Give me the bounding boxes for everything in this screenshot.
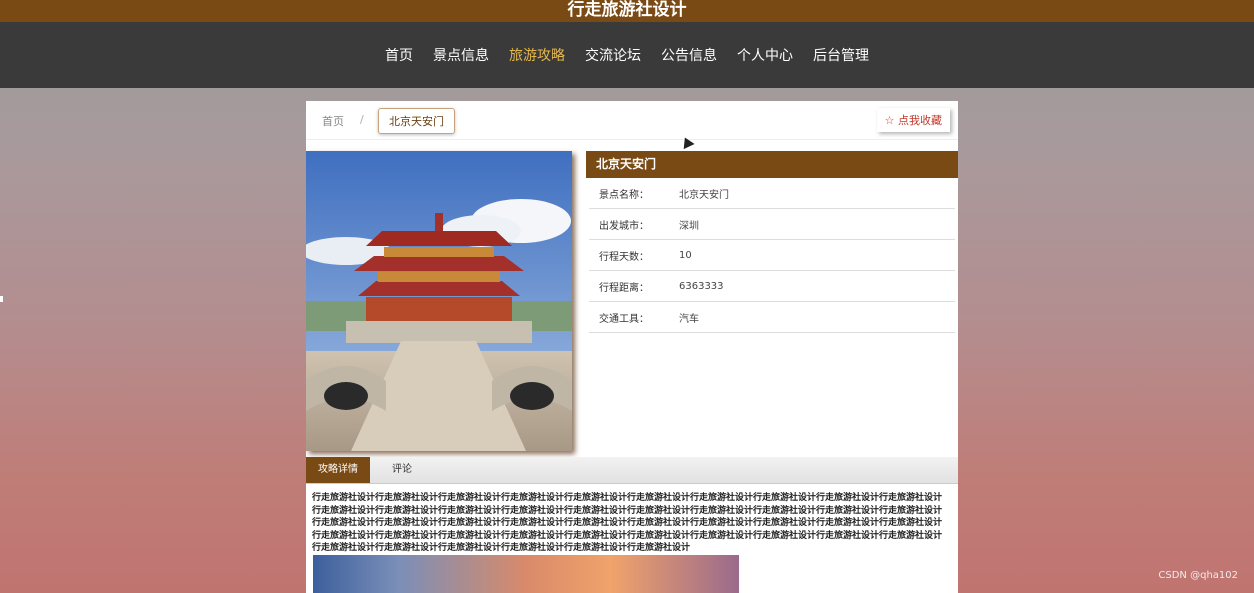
nav-item-announcements[interactable]: 公告信息: [661, 45, 717, 65]
nav-item-forum[interactable]: 交流论坛: [585, 45, 641, 65]
guide-detail-image: [313, 555, 739, 593]
site-title: 行走旅游社设计: [567, 0, 687, 20]
info-value: 深圳: [679, 220, 699, 232]
left-edge-marker: [0, 296, 3, 302]
csdn-watermark: CSDN @qha102: [1158, 570, 1238, 581]
site-title-bar: 行走旅游社设计: [0, 0, 1254, 22]
nav-item-admin[interactable]: 后台管理: [813, 45, 869, 65]
guide-detail-card: 首页 / 北京天安门 ☆ 点我收藏 北京天安门 景点名称： 北京天安门 出发城市…: [306, 101, 958, 593]
nav-item-home[interactable]: 首页: [385, 45, 413, 65]
tab-guide-details[interactable]: 攻略详情: [306, 457, 370, 483]
breadcrumb-current: 北京天安门: [378, 108, 455, 134]
info-row-transport: 交通工具： 汽车: [589, 302, 955, 333]
info-value: 10: [679, 249, 692, 261]
main-nav: 首页 景点信息 旅游攻略 交流论坛 公告信息 个人中心 后台管理: [0, 22, 1254, 88]
tab-comments[interactable]: 评论: [380, 457, 424, 483]
info-label: 交通工具：: [599, 313, 649, 325]
info-row-distance: 行程距离： 6363333: [589, 271, 955, 302]
temple-image: [306, 151, 572, 451]
info-label: 行程天数：: [599, 251, 649, 263]
breadcrumb: 首页 / 北京天安门 ☆ 点我收藏: [306, 101, 958, 140]
breadcrumb-separator: /: [360, 113, 364, 126]
info-row-days: 行程天数： 10: [589, 240, 955, 271]
info-row-name: 景点名称： 北京天安门: [589, 178, 955, 209]
info-value: 汽车: [679, 313, 699, 325]
info-label: 景点名称：: [599, 189, 649, 201]
favorite-button[interactable]: ☆ 点我收藏: [876, 108, 950, 132]
attraction-info-panel: 北京天安门 景点名称： 北京天安门 出发城市： 深圳 行程天数： 10 行程距离…: [586, 151, 958, 333]
info-value: 北京天安门: [679, 189, 729, 201]
info-title: 北京天安门: [586, 151, 958, 178]
attraction-photo: [306, 151, 572, 451]
breadcrumb-home[interactable]: 首页: [322, 113, 344, 129]
nav-item-profile[interactable]: 个人中心: [737, 45, 793, 65]
nav-item-travel-guides[interactable]: 旅游攻略: [509, 45, 565, 65]
guide-detail-text: 行走旅游社设计行走旅游社设计行走旅游社设计行走旅游社设计行走旅游社设计行走旅游社…: [312, 493, 943, 554]
info-label: 行程距离：: [599, 282, 649, 294]
info-label: 出发城市：: [599, 220, 649, 232]
info-value: 6363333: [679, 280, 724, 292]
detail-tabs: 攻略详情 评论: [306, 457, 958, 484]
nav-item-attractions[interactable]: 景点信息: [433, 45, 489, 65]
info-row-departure-city: 出发城市： 深圳: [589, 209, 955, 240]
